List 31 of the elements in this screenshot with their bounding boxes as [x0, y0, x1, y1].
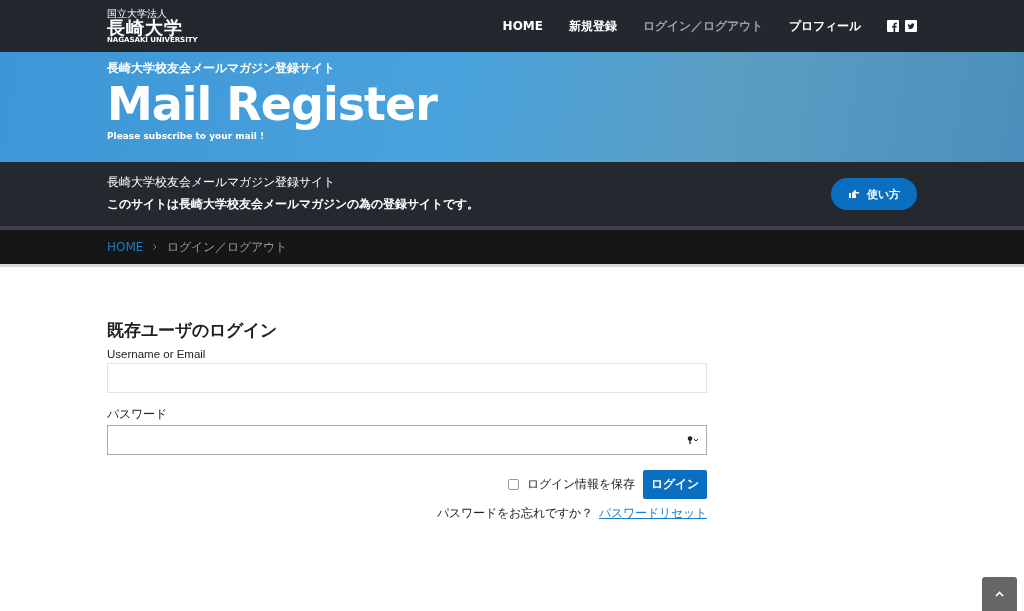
password-field[interactable]	[107, 425, 707, 455]
nav-link[interactable]: プロフィール	[789, 17, 861, 35]
username-field[interactable]	[107, 363, 707, 393]
info-description: このサイトは長崎大学校友会メールマガジンの為の登録サイトです。	[107, 196, 479, 213]
password-label: パスワード	[107, 407, 168, 422]
caret-icon	[995, 591, 1004, 597]
info-title: 長崎大学校友会メールマガジン登録サイト	[107, 175, 336, 190]
reset-link[interactable]: パスワードリセット	[599, 506, 707, 521]
hero-subtitle: 長崎大学校友会メールマガジン登録サイト	[107, 60, 336, 77]
login-heading: 既存ユーザのログイン	[107, 319, 278, 342]
chevron-icon	[153, 244, 158, 250]
scroll-top-button[interactable]	[982, 577, 1017, 611]
key-icon	[687, 436, 698, 444]
pointing-hand-icon	[848, 190, 859, 198]
logo-name[interactable]: 長崎大学	[107, 18, 198, 37]
forgot-text: パスワードをお忘れですか？	[437, 506, 593, 521]
nav-link[interactable]: 新規登録	[569, 17, 617, 35]
hero-tagline: Please subscribe to your mail !	[107, 131, 266, 141]
login-button[interactable]: ログイン	[643, 470, 707, 499]
remember-label: ログイン情報を保存	[527, 477, 635, 492]
nav-link[interactable]: ログイン／ログアウト	[643, 17, 763, 35]
nav-link[interactable]: HOME	[502, 19, 543, 33]
twitter-icon[interactable]	[905, 20, 917, 32]
username-label: Username or Email	[107, 348, 207, 360]
current-page-label: ログイン／ログアウト	[167, 238, 288, 256]
hero-title: Mail Register	[107, 77, 439, 131]
logo-caption: 国立大学法人	[107, 8, 168, 19]
guide-button[interactable]: 使い方	[831, 178, 917, 210]
remember-checkbox[interactable]	[508, 479, 519, 490]
breadcrumb-link[interactable]: HOME	[107, 240, 144, 254]
facebook-icon[interactable]	[887, 20, 899, 32]
